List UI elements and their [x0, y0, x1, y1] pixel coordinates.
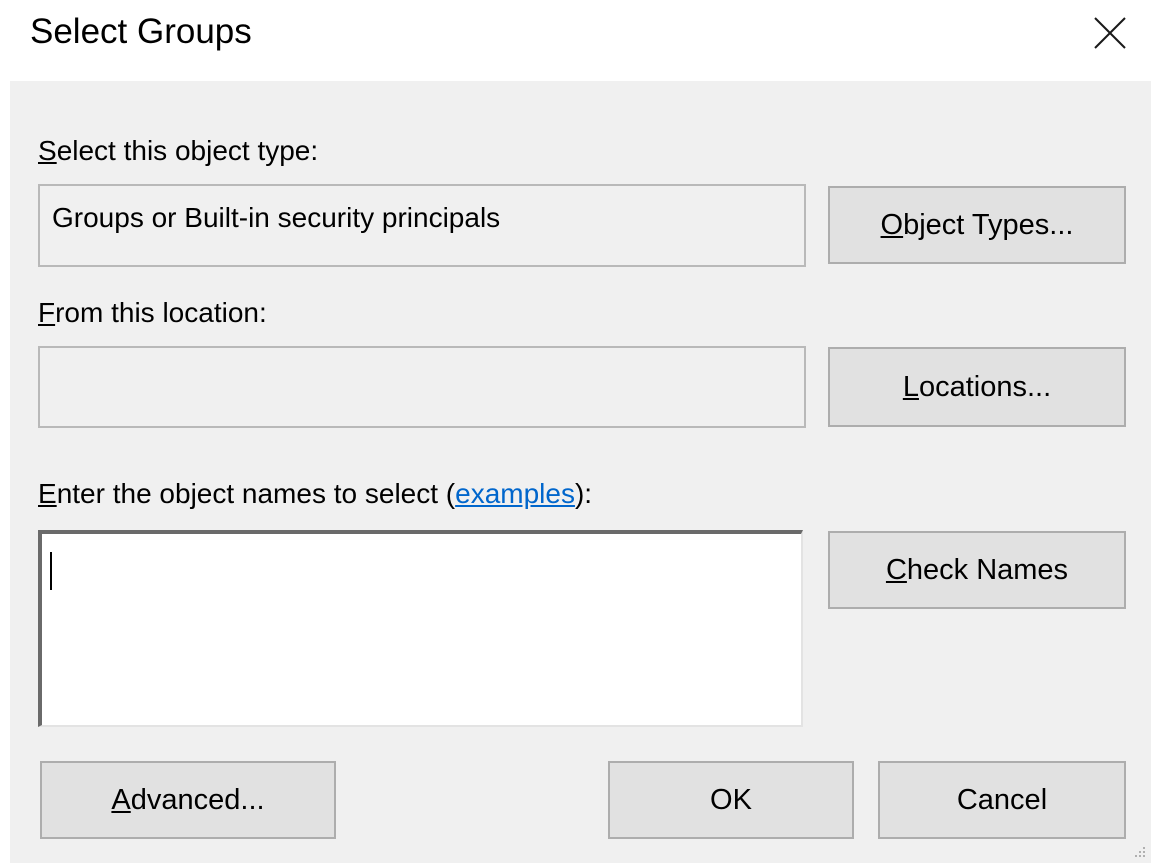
- window-title: Select Groups: [30, 12, 252, 51]
- location-field: [38, 346, 806, 428]
- close-button[interactable]: [1070, 0, 1150, 66]
- dialog-body: Select this object type: Groups or Built…: [10, 81, 1151, 863]
- resize-grip-icon[interactable]: [1133, 845, 1147, 859]
- check-names-button[interactable]: Check Names: [828, 531, 1126, 609]
- cancel-button[interactable]: Cancel: [878, 761, 1126, 839]
- object-type-label: Select this object type:: [38, 135, 319, 166]
- close-icon: [1094, 17, 1126, 49]
- object-names-label: Enter the object names to select (exampl…: [38, 478, 593, 509]
- object-type-value: Groups or Built-in security principals: [52, 202, 501, 233]
- select-groups-dialog: Select Groups Select this object type: G…: [0, 0, 1151, 863]
- examples-link[interactable]: examples: [455, 478, 575, 509]
- location-label: From this location:: [38, 297, 267, 328]
- title-bar: Select Groups: [0, 0, 1151, 80]
- object-names-input[interactable]: [38, 530, 803, 727]
- object-types-button[interactable]: Object Types...: [828, 186, 1126, 264]
- locations-button[interactable]: Locations...: [828, 347, 1126, 427]
- text-caret: [50, 552, 52, 590]
- advanced-button[interactable]: Advanced...: [40, 761, 336, 839]
- ok-button[interactable]: OK: [608, 761, 854, 839]
- object-type-field: Groups or Built-in security principals: [38, 184, 806, 267]
